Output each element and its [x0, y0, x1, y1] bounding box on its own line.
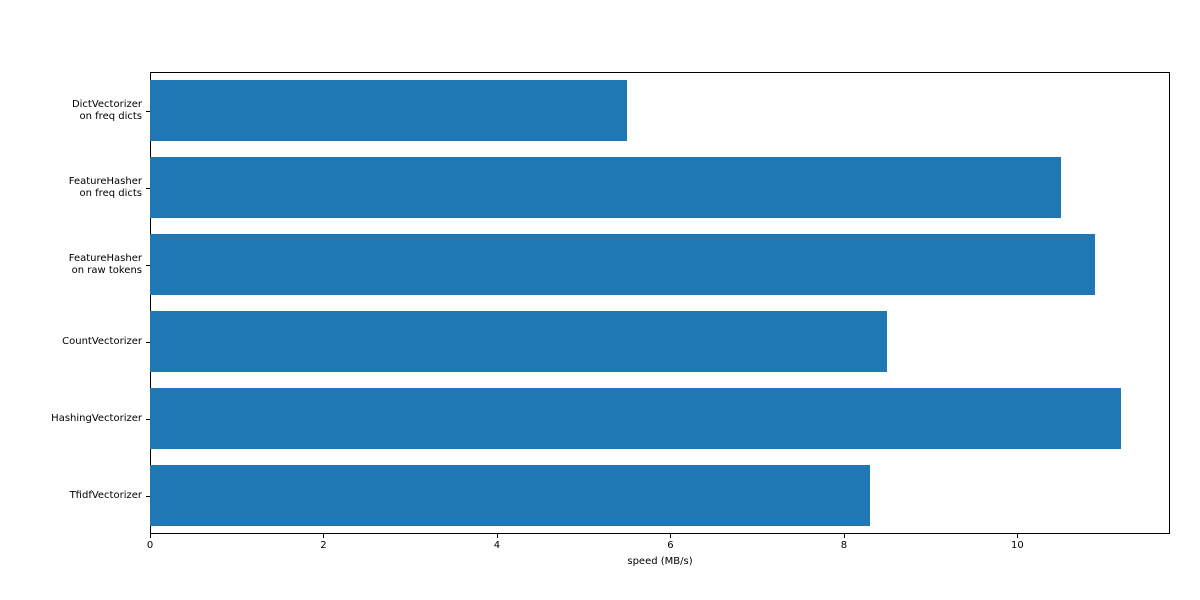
bar — [150, 388, 1121, 450]
ytick-label: FeatureHasheron raw tokens — [69, 253, 142, 277]
spine-top — [150, 72, 1170, 73]
spine-right — [1169, 72, 1170, 534]
ytick-mark — [146, 188, 150, 189]
axes: 0246810 DictVectorizeron freq dictsFeatu… — [150, 72, 1170, 534]
xtick-label: 0 — [147, 540, 153, 551]
ytick-label: DictVectorizeron freq dicts — [72, 99, 142, 123]
xtick-mark — [150, 534, 151, 538]
xtick-mark — [1017, 534, 1018, 538]
xtick-mark — [670, 534, 671, 538]
bar — [150, 80, 627, 142]
xtick-label: 2 — [320, 540, 326, 551]
ytick-mark — [146, 342, 150, 343]
xtick-mark — [323, 534, 324, 538]
ytick-label: HashingVectorizer — [51, 413, 142, 425]
xtick-label: 4 — [494, 540, 500, 551]
ytick-mark — [146, 419, 150, 420]
ytick-label: TfidfVectorizer — [70, 490, 142, 502]
xtick-mark — [497, 534, 498, 538]
xtick-label: 8 — [841, 540, 847, 551]
ytick-mark — [146, 265, 150, 266]
bar — [150, 465, 870, 527]
bar — [150, 234, 1095, 296]
xtick-label: 6 — [667, 540, 673, 551]
ytick-label: CountVectorizer — [62, 336, 142, 348]
xtick-mark — [844, 534, 845, 538]
xtick-label: 10 — [1011, 540, 1024, 551]
figure: 0 2 4 6 8 10 DictVectorizeron freq dicts Featu… — [0, 0, 1200, 600]
x-axis-label: speed (MB/s) — [627, 556, 692, 567]
bar — [150, 311, 887, 373]
bar — [150, 157, 1061, 219]
ytick-mark — [146, 111, 150, 112]
ytick-label: FeatureHasheron freq dicts — [69, 176, 142, 200]
ytick-mark — [146, 496, 150, 497]
